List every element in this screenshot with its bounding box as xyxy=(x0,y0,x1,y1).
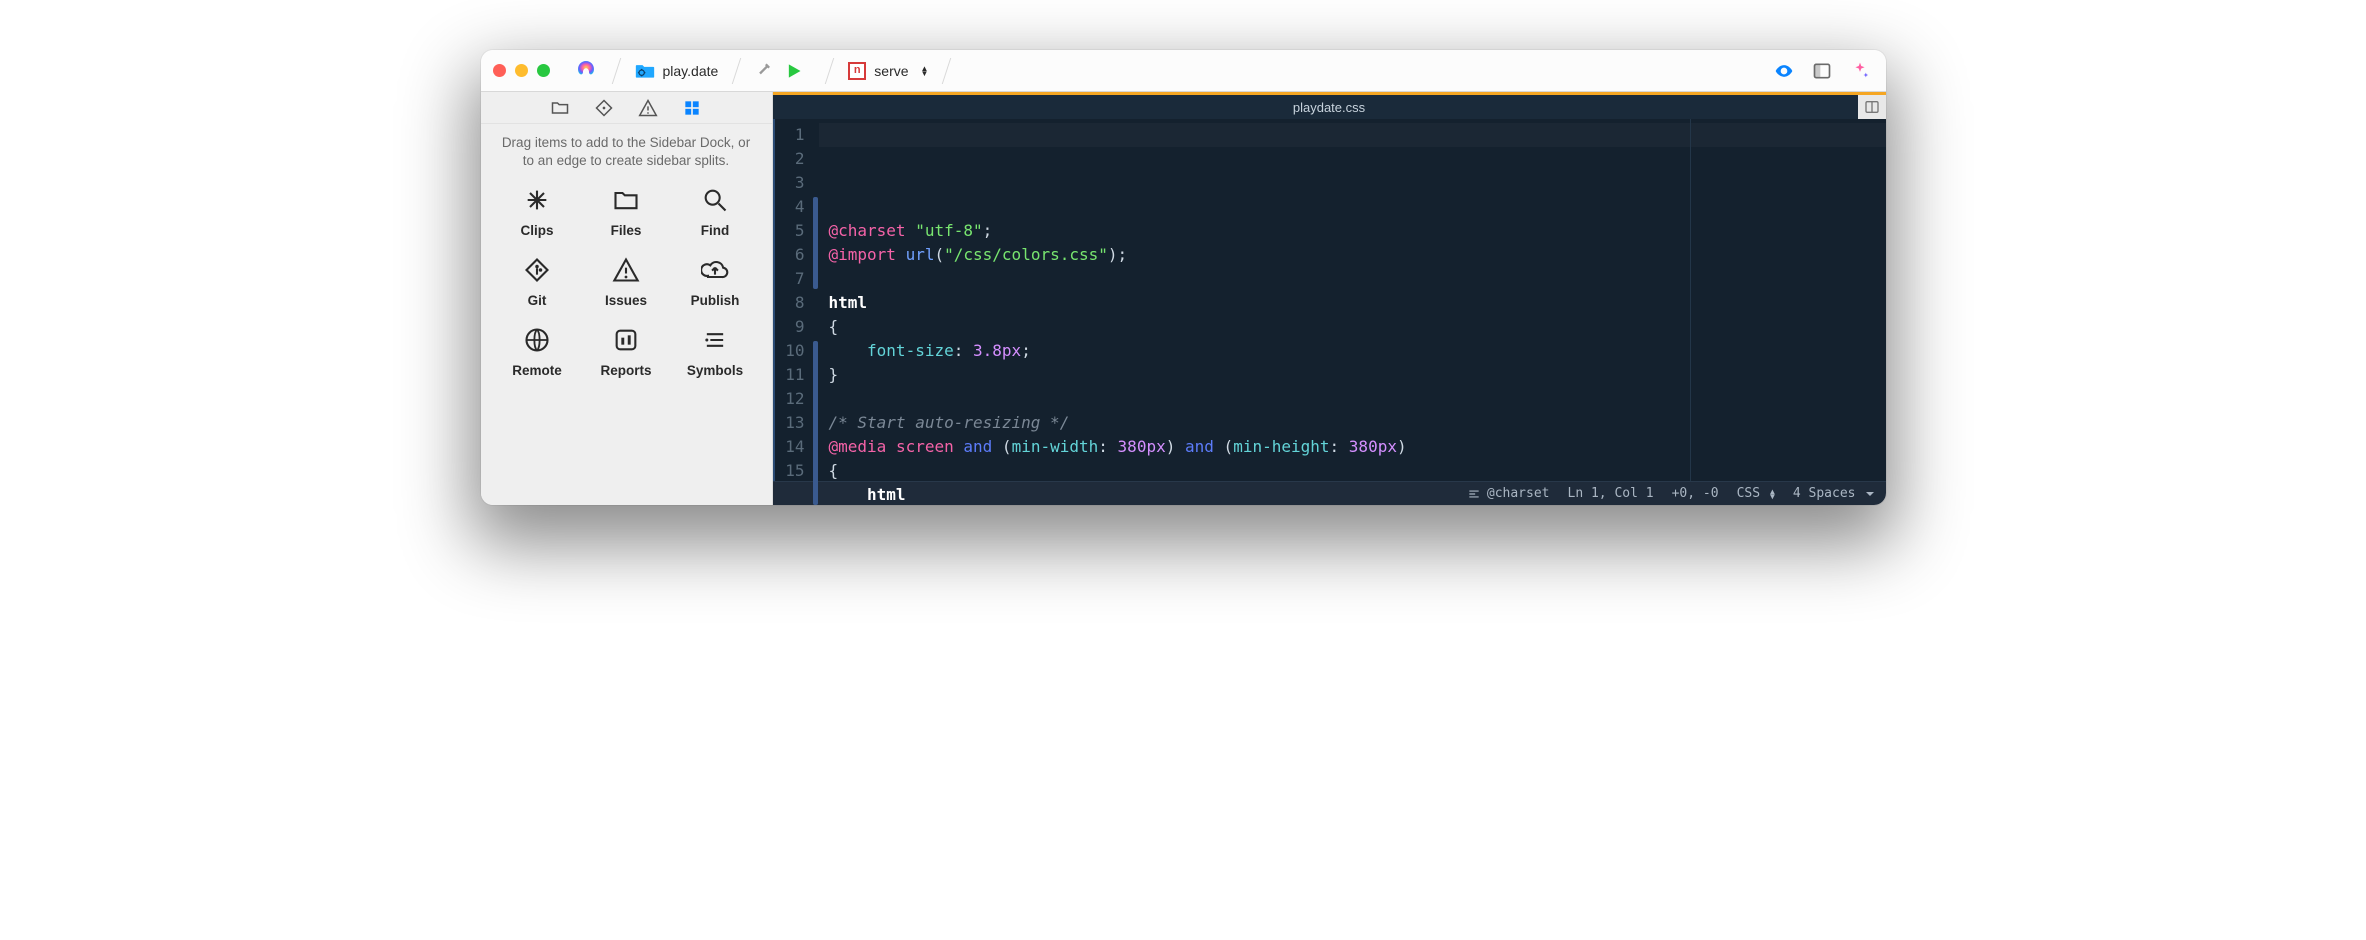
sidebar-tab-git[interactable] xyxy=(594,98,614,118)
dock-item-label: Issues xyxy=(605,293,647,308)
app-window: play.date n serve ▲▼ xyxy=(481,50,1886,505)
zoom-window-button[interactable] xyxy=(537,64,550,77)
sidebar-tab-dock[interactable] xyxy=(682,98,702,118)
sidebar-hint: Drag items to add to the Sidebar Dock, o… xyxy=(481,124,772,182)
run-controls xyxy=(741,50,825,92)
git-icon xyxy=(523,256,551,287)
dock-item-label: Reports xyxy=(600,363,651,378)
split-editor-button[interactable] xyxy=(1858,95,1886,119)
clips-icon xyxy=(523,186,551,217)
dock-item-label: Publish xyxy=(691,293,740,308)
dock-item-git[interactable]: Git xyxy=(493,256,582,308)
dock-item-label: Symbols xyxy=(687,363,743,378)
app-logo-tab[interactable] xyxy=(560,50,612,92)
dock-item-clips[interactable]: Clips xyxy=(493,186,582,238)
dock-item-label: Remote xyxy=(512,363,562,378)
fold-marker[interactable] xyxy=(813,197,818,289)
find-icon xyxy=(701,186,729,217)
npm-icon: n xyxy=(848,62,866,80)
minimize-window-button[interactable] xyxy=(515,64,528,77)
run-button[interactable] xyxy=(783,61,803,81)
dock-item-reports[interactable]: Reports xyxy=(582,326,671,378)
dock-item-label: Files xyxy=(611,223,642,238)
dock-item-label: Clips xyxy=(520,223,553,238)
chevron-up-down-icon: ▲▼ xyxy=(921,66,929,76)
editor-pane: playdate.css 12345678910111213141516 @ch… xyxy=(773,92,1886,505)
dock-item-label: Git xyxy=(528,293,547,308)
sidebar: Drag items to add to the Sidebar Dock, o… xyxy=(481,92,773,505)
nova-logo-icon xyxy=(574,59,598,83)
reports-icon xyxy=(612,326,640,357)
editor-filename: playdate.css xyxy=(1293,100,1365,115)
current-line-highlight xyxy=(819,123,1886,147)
task-name: serve xyxy=(874,63,908,79)
dock-item-remote[interactable]: Remote xyxy=(493,326,582,378)
task-selector[interactable]: n serve ▲▼ xyxy=(834,50,942,92)
project-tab[interactable]: play.date xyxy=(621,50,733,92)
dock-item-label: Find xyxy=(701,223,730,238)
symbols-icon xyxy=(701,326,729,357)
assistant-button[interactable] xyxy=(1850,61,1870,81)
dock-item-find[interactable]: Find xyxy=(671,186,760,238)
publish-icon xyxy=(701,256,729,287)
dock-item-publish[interactable]: Publish xyxy=(671,256,760,308)
sidebar-tabs xyxy=(481,92,772,124)
window-controls xyxy=(493,64,550,77)
dock-item-symbols[interactable]: Symbols xyxy=(671,326,760,378)
panels-button[interactable] xyxy=(1812,61,1832,81)
dock-item-issues[interactable]: Issues xyxy=(582,256,671,308)
titlebar: play.date n serve ▲▼ xyxy=(481,50,1886,92)
build-button[interactable] xyxy=(755,61,775,81)
sidebar-tab-files[interactable] xyxy=(550,98,570,118)
project-name: play.date xyxy=(663,63,719,79)
close-window-button[interactable] xyxy=(493,64,506,77)
right-margin-guide xyxy=(1690,119,1691,481)
sidebar-tab-issues[interactable] xyxy=(638,98,658,118)
files-icon xyxy=(612,186,640,217)
editor-header: playdate.css xyxy=(773,95,1886,119)
dock-item-files[interactable]: Files xyxy=(582,186,671,238)
preview-button[interactable] xyxy=(1774,61,1794,81)
issues-icon xyxy=(612,256,640,287)
folder-gear-icon xyxy=(635,62,655,80)
code-area[interactable]: @charset "utf-8";@import url("/css/color… xyxy=(819,119,1886,481)
code-editor[interactable]: 12345678910111213141516 @charset "utf-8"… xyxy=(773,119,1886,481)
remote-icon xyxy=(523,326,551,357)
fold-marker[interactable] xyxy=(813,389,818,481)
gutter: 12345678910111213141516 xyxy=(775,119,813,481)
dock-grid: Clips Files Find Git Issues Publish Remote Repo… xyxy=(481,182,772,390)
